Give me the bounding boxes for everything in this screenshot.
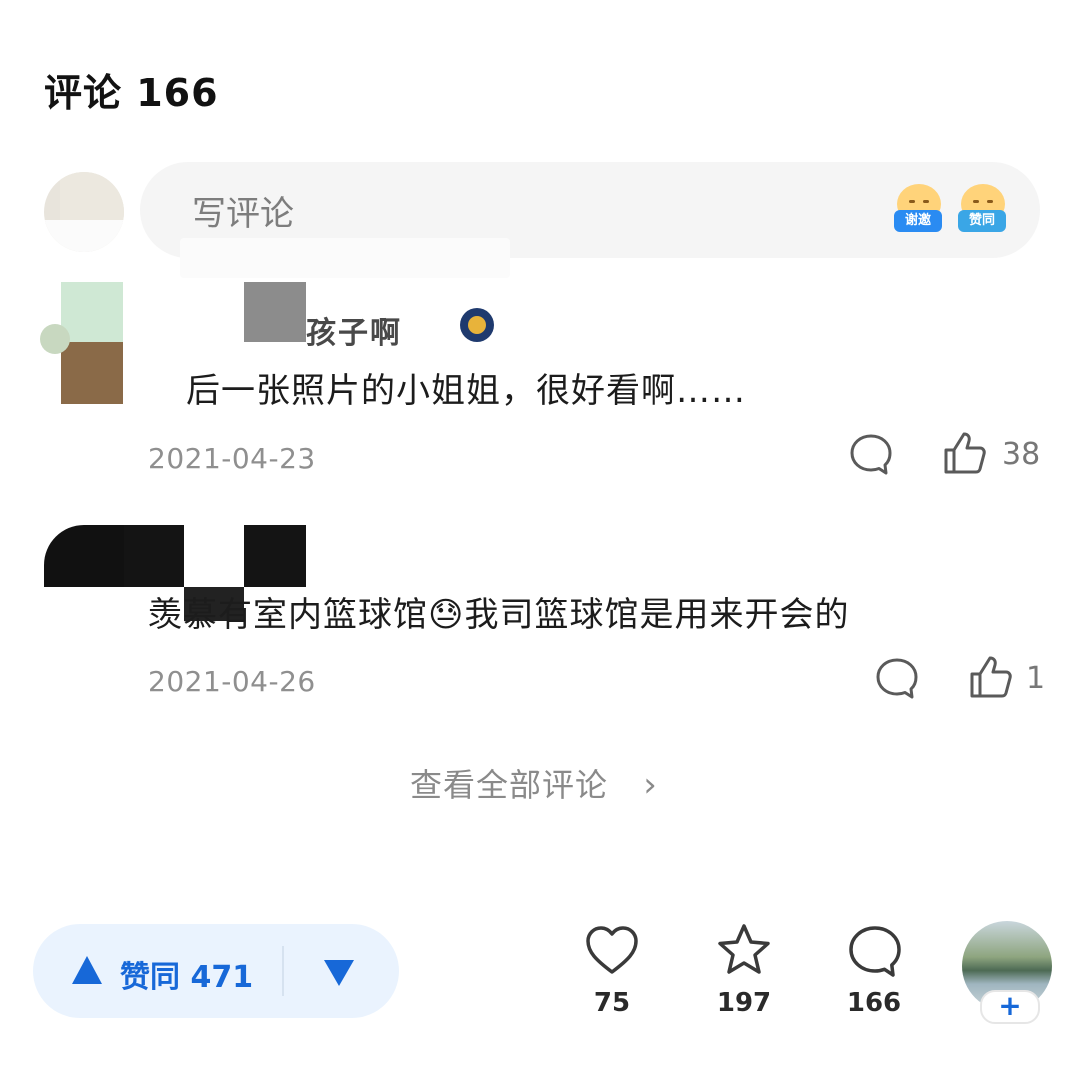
badge-icon bbox=[460, 308, 494, 342]
view-all-label: 查看全部评论 bbox=[410, 766, 609, 804]
username-blur bbox=[244, 525, 306, 587]
avatar-badge bbox=[40, 324, 70, 354]
thanks-invite-label: 谢邀 bbox=[894, 210, 942, 232]
comment-text: 羡慕有室内篮球馆😓我司篮球馆是用来开会的 bbox=[148, 595, 850, 635]
downvote-button[interactable] bbox=[322, 958, 356, 988]
reply-icon[interactable] bbox=[874, 656, 920, 702]
like-icon[interactable] bbox=[968, 654, 1014, 700]
username-blur bbox=[184, 525, 244, 587]
chevron-right-icon: › bbox=[643, 765, 658, 805]
like-icon[interactable] bbox=[942, 430, 988, 476]
avatar[interactable] bbox=[61, 282, 123, 404]
username[interactable]: 孩子啊 bbox=[306, 308, 402, 352]
page-title: 评论 166 bbox=[44, 71, 219, 115]
upvote-button[interactable]: 赞同 471 bbox=[120, 952, 253, 996]
heart-icon[interactable] bbox=[584, 924, 640, 978]
view-all-comments-link[interactable]: 查看全部评论 › bbox=[410, 760, 658, 806]
comment-date: 2021-04-23 bbox=[148, 442, 316, 475]
comment-icon[interactable] bbox=[847, 924, 903, 980]
comment-text: 后一张照片的小姐姐，很好看啊…… bbox=[186, 371, 746, 411]
favorite-count: 197 bbox=[716, 988, 772, 1018]
like-count: 1 bbox=[1026, 661, 1046, 696]
star-icon[interactable] bbox=[715, 922, 773, 978]
comment-date: 2021-04-26 bbox=[148, 665, 316, 698]
comment-count: 166 bbox=[846, 988, 902, 1018]
avatar[interactable] bbox=[44, 525, 124, 587]
follow-button[interactable]: + bbox=[980, 990, 1040, 1024]
agree-emoji-button[interactable]: 赞同 bbox=[958, 184, 1008, 236]
username-blur bbox=[124, 525, 184, 587]
vote-divider bbox=[282, 946, 284, 996]
blur-overlay bbox=[180, 238, 510, 278]
write-comment-placeholder: 写评论 bbox=[192, 194, 294, 234]
username-blur bbox=[244, 282, 306, 342]
thanks-invite-button[interactable]: 谢邀 bbox=[894, 184, 944, 236]
upvote-arrow-icon[interactable] bbox=[70, 954, 104, 986]
reply-icon[interactable] bbox=[848, 432, 894, 478]
like-count: 38 bbox=[1002, 437, 1041, 472]
agree-emoji-label: 赞同 bbox=[958, 210, 1006, 232]
my-avatar bbox=[44, 172, 124, 252]
like-count: 75 bbox=[593, 988, 631, 1018]
